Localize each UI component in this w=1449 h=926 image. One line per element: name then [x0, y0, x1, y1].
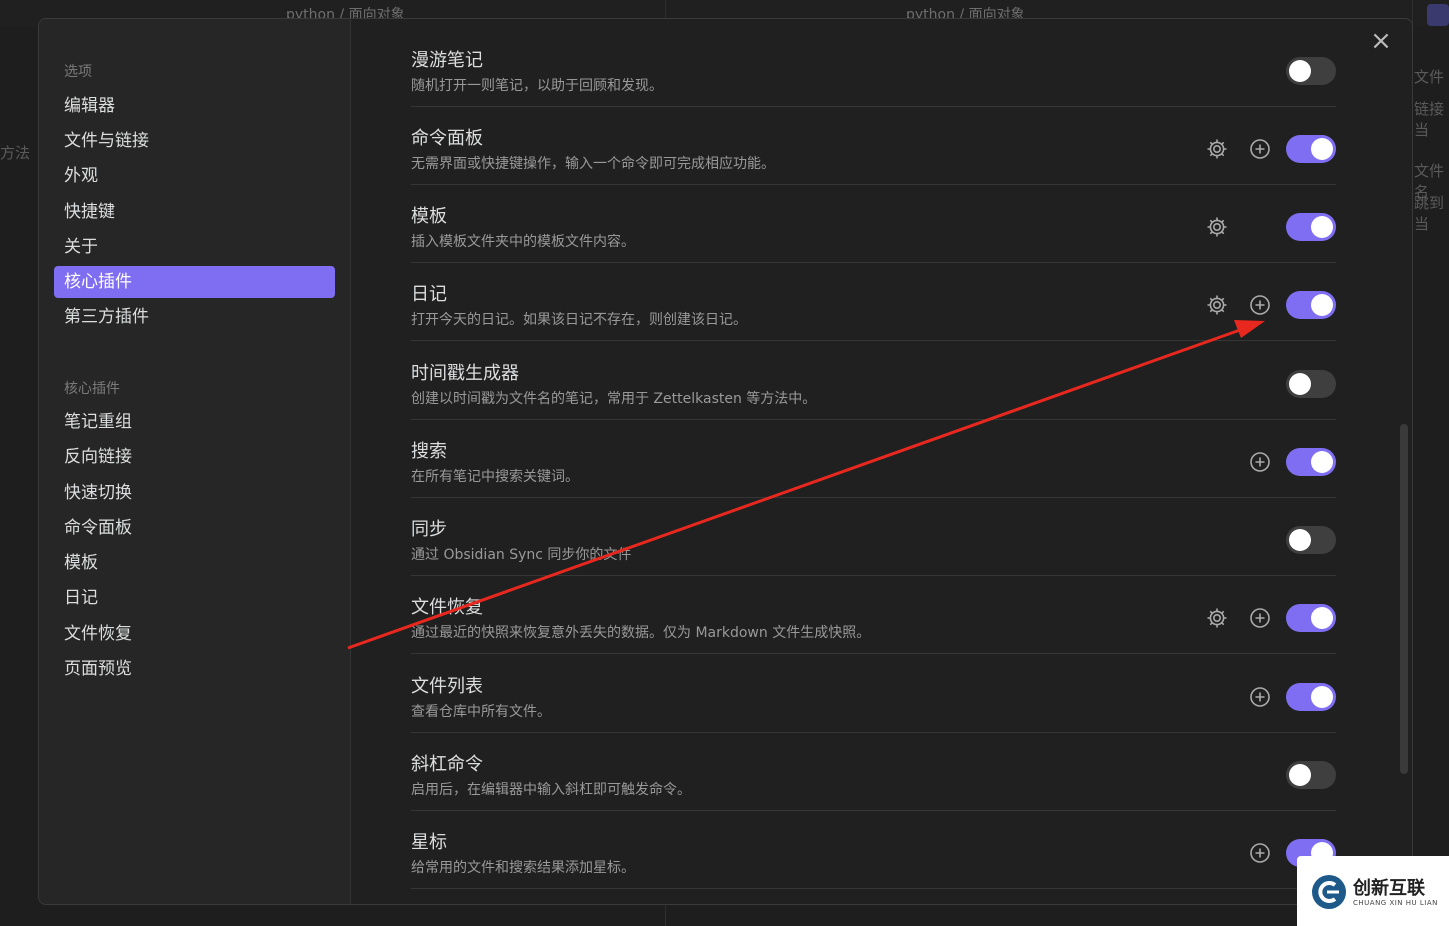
- plugin-description: 给常用的文件和搜索结果添加星标。: [411, 860, 635, 876]
- add-hotkey-icon[interactable]: [1248, 606, 1272, 630]
- plugin-row: 文件列表查看仓库中所有文件。: [411, 654, 1336, 733]
- gear-icon[interactable]: [1205, 606, 1229, 630]
- plugin-name: 同步: [411, 519, 447, 540]
- core-plugins-heading: 核心插件: [64, 381, 120, 397]
- sidebar-item-editor[interactable]: 编辑器: [54, 90, 335, 122]
- plugin-row: 日记打开今天的日记。如果该日记不存在，则创建该日记。: [411, 262, 1336, 341]
- toggle-knob: [1311, 451, 1333, 473]
- plugin-name: 模板: [411, 206, 447, 227]
- plugin-name: 斜杠命令: [411, 754, 483, 775]
- toggle-knob: [1289, 529, 1311, 551]
- watermark-title: 创新互联: [1353, 878, 1425, 899]
- plugin-toggle[interactable]: [1286, 526, 1336, 554]
- settings-modal: 选项 编辑器 文件与链接 外观 快捷键 关于 核心插件 第三方插件 核心插件 笔…: [38, 18, 1413, 905]
- add-hotkey-icon[interactable]: [1248, 450, 1272, 474]
- watermark-emblem-icon: [1312, 875, 1346, 909]
- plugin-toggle[interactable]: [1286, 761, 1336, 789]
- plugin-row: 页面预览: [411, 888, 1336, 904]
- plugin-name: 文件列表: [411, 676, 483, 697]
- sidebar-item-core-plugins[interactable]: 核心插件: [54, 266, 335, 298]
- plugin-name: 搜索: [411, 441, 447, 462]
- outline-icon[interactable]: [1427, 4, 1449, 26]
- plugin-row: 搜索在所有笔记中搜索关键词。: [411, 419, 1336, 498]
- gear-icon[interactable]: [1205, 215, 1229, 239]
- plugin-description: 在所有笔记中搜索关键词。: [411, 469, 579, 485]
- toggle-knob: [1311, 138, 1333, 160]
- toggle-knob: [1289, 764, 1311, 786]
- watermark-subtitle: CHUANG XIN HU LIAN: [1353, 899, 1438, 907]
- sidebar-item-files-links[interactable]: 文件与链接: [54, 125, 335, 157]
- sidebar-item-appearance[interactable]: 外观: [54, 160, 335, 192]
- sidebar-item-page-preview[interactable]: 页面预览: [54, 653, 335, 685]
- plugin-description: 查看仓库中所有文件。: [411, 704, 551, 720]
- plugin-toggle[interactable]: [1286, 135, 1336, 163]
- add-hotkey-icon[interactable]: [1248, 293, 1272, 317]
- plugin-row: 漫游笔记随机打开一则笔记，以助于回顾和发现。: [411, 28, 1336, 107]
- plugin-name: 星标: [411, 832, 447, 853]
- sidebar-item-quick-switcher[interactable]: 快速切换: [54, 477, 335, 509]
- plugin-row: 文件恢复通过最近的快照来恢复意外丢失的数据。仅为 Markdown 文件生成快照…: [411, 575, 1336, 654]
- plugin-description: 无需界面或快捷键操作，输入一个命令即可完成相应功能。: [411, 156, 775, 172]
- toggle-knob: [1311, 216, 1333, 238]
- background-right-text-2: 链接当: [1414, 100, 1445, 139]
- plugin-toggle[interactable]: [1286, 213, 1336, 241]
- plugin-toggle[interactable]: [1286, 57, 1336, 85]
- sidebar-item-templates[interactable]: 模板: [54, 547, 335, 579]
- plugin-description: 随机打开一则笔记，以助于回顾和发现。: [411, 78, 663, 94]
- background-right-text-1: 文件: [1414, 68, 1445, 86]
- plugin-name: 文件恢复: [411, 597, 483, 618]
- plugin-description: 插入模板文件夹中的模板文件内容。: [411, 234, 635, 250]
- close-icon[interactable]: ×: [1369, 28, 1393, 54]
- plugin-description: 打开今天的日记。如果该日记不存在，则创建该日记。: [411, 312, 747, 328]
- add-hotkey-icon[interactable]: [1248, 685, 1272, 709]
- gear-icon[interactable]: [1205, 137, 1229, 161]
- add-hotkey-icon[interactable]: [1248, 137, 1272, 161]
- background-right-text-4: 跳到当: [1414, 194, 1445, 233]
- toggle-knob: [1289, 373, 1311, 395]
- options-heading: 选项: [64, 64, 92, 80]
- settings-sidebar: 选项 编辑器 文件与链接 外观 快捷键 关于 核心插件 第三方插件 核心插件 笔…: [39, 19, 351, 904]
- sidebar-item-file-recovery[interactable]: 文件恢复: [54, 618, 335, 650]
- plugin-row: 斜杠命令启用后，在编辑器中输入斜杠即可触发命令。: [411, 732, 1336, 811]
- plugin-description: 通过 Obsidian Sync 同步你的文件: [411, 547, 632, 563]
- background-left-text: 方法: [0, 144, 31, 162]
- plugin-toggle[interactable]: [1286, 291, 1336, 319]
- plugin-toggle[interactable]: [1286, 604, 1336, 632]
- sidebar-item-note-composer[interactable]: 笔记重组: [54, 406, 335, 438]
- plugin-list: 漫游笔记随机打开一则笔记，以助于回顾和发现。命令面板无需界面或快捷键操作，输入一…: [351, 19, 1412, 904]
- plugin-row: 时间戳生成器创建以时间戳为文件名的笔记，常用于 Zettelkasten 等方法…: [411, 341, 1336, 420]
- watermark-logo: 创新互联 CHUANG XIN HU LIAN: [1297, 856, 1449, 926]
- gear-icon[interactable]: [1205, 293, 1229, 317]
- sidebar-item-hotkeys[interactable]: 快捷键: [54, 196, 335, 228]
- toggle-knob: [1289, 60, 1311, 82]
- plugin-toggle[interactable]: [1286, 683, 1336, 711]
- plugin-description: 通过最近的快照来恢复意外丢失的数据。仅为 Markdown 文件生成快照。: [411, 625, 871, 641]
- plugin-row: 星标给常用的文件和搜索结果添加星标。: [411, 810, 1336, 889]
- plugin-row: 命令面板无需界面或快捷键操作，输入一个命令即可完成相应功能。: [411, 106, 1336, 185]
- toggle-knob: [1311, 607, 1333, 629]
- toggle-knob: [1311, 294, 1333, 316]
- plugin-toggle[interactable]: [1286, 370, 1336, 398]
- sidebar-item-backlinks[interactable]: 反向链接: [54, 441, 335, 473]
- plugin-row: 模板插入模板文件夹中的模板文件内容。: [411, 184, 1336, 263]
- plugin-description: 创建以时间戳为文件名的笔记，常用于 Zettelkasten 等方法中。: [411, 391, 817, 407]
- plugin-name: 漫游笔记: [411, 50, 483, 71]
- scrollbar-thumb[interactable]: [1400, 424, 1408, 774]
- sidebar-item-daily-notes[interactable]: 日记: [54, 582, 335, 614]
- plugin-name: 命令面板: [411, 128, 483, 149]
- plugin-name: 日记: [411, 284, 447, 305]
- plugin-description: 启用后，在编辑器中输入斜杠即可触发命令。: [411, 782, 691, 798]
- sidebar-item-about[interactable]: 关于: [54, 231, 335, 263]
- plugin-toggle[interactable]: [1286, 448, 1336, 476]
- plugin-name: 时间戳生成器: [411, 363, 519, 384]
- toggle-knob: [1311, 686, 1333, 708]
- sidebar-item-command-palette[interactable]: 命令面板: [54, 512, 335, 544]
- sidebar-item-community-plugins[interactable]: 第三方插件: [54, 301, 335, 333]
- plugin-row: 同步通过 Obsidian Sync 同步你的文件: [411, 497, 1336, 576]
- add-hotkey-icon[interactable]: [1248, 841, 1272, 865]
